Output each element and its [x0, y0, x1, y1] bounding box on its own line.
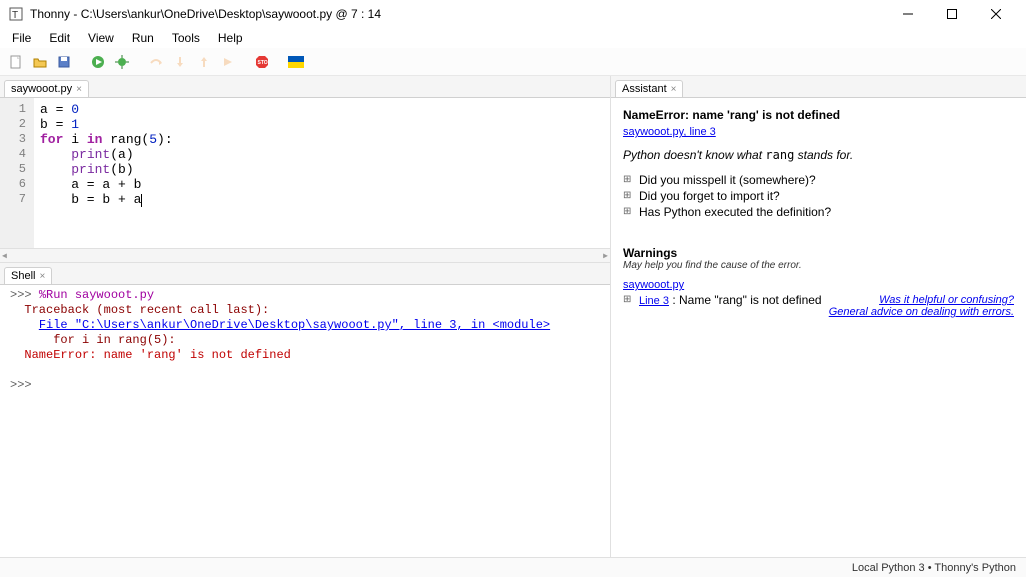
resume-icon[interactable] [218, 52, 238, 72]
editor-tab-label: saywooot.py [11, 83, 72, 95]
ukraine-flag-icon[interactable] [286, 52, 306, 72]
svg-text:T: T [12, 10, 18, 21]
menu-edit[interactable]: Edit [41, 29, 78, 47]
step-out-icon[interactable] [194, 52, 214, 72]
scroll-right-icon[interactable]: ▶ [603, 251, 608, 261]
menu-run[interactable]: Run [124, 29, 162, 47]
line-gutter: 1234567 [0, 98, 34, 262]
assistant-tab[interactable]: Assistant × [615, 80, 683, 97]
assistant-tabbar: Assistant × [611, 76, 1026, 98]
warnings-subheading: May help you find the cause of the error… [623, 260, 1014, 271]
code-area[interactable]: a = 0b = 1for i in rang(5): print(a) pri… [34, 98, 610, 262]
feedback-advice-link[interactable]: General advice on dealing with errors. [829, 306, 1014, 318]
error-description: Python doesn't know what rang stands for… [623, 148, 1014, 162]
warnings-heading: Warnings [623, 246, 1014, 260]
step-into-icon[interactable] [170, 52, 190, 72]
scroll-left-icon[interactable]: ◀ [2, 251, 7, 261]
stop-icon[interactable]: STOP [252, 52, 272, 72]
error-source-link[interactable]: saywooot.py, line 3 [623, 126, 716, 138]
minimize-button[interactable] [886, 0, 930, 28]
menu-tools[interactable]: Tools [164, 29, 208, 47]
assistant-tab-label: Assistant [622, 83, 667, 95]
svg-text:STOP: STOP [258, 60, 270, 66]
warning-line-link[interactable]: Line 3 [639, 295, 669, 307]
close-tab-icon[interactable]: × [76, 84, 82, 95]
run-icon[interactable] [88, 52, 108, 72]
window-title: Thonny - C:\Users\ankur\OneDrive\Desktop… [30, 7, 886, 21]
shell-tab[interactable]: Shell × [4, 267, 52, 284]
interpreter-label[interactable]: Local Python 3 • Thonny's Python [852, 562, 1016, 574]
assistant-panel: NameError: name 'rang' is not defined sa… [611, 98, 1026, 557]
menu-file[interactable]: File [4, 29, 39, 47]
maximize-button[interactable] [930, 0, 974, 28]
app-icon: T [8, 6, 24, 22]
debug-icon[interactable] [112, 52, 132, 72]
editor-h-scrollbar[interactable]: ◀ ▶ [0, 248, 610, 262]
step-over-icon[interactable] [146, 52, 166, 72]
close-button[interactable] [974, 0, 1018, 28]
editor-tabbar: saywooot.py × [0, 76, 610, 98]
toolbar: STOP [0, 48, 1026, 76]
titlebar: T Thonny - C:\Users\ankur\OneDrive\Deskt… [0, 0, 1026, 28]
code-editor[interactable]: 1234567 a = 0b = 1for i in rang(5): prin… [0, 98, 610, 263]
close-assistant-tab-icon[interactable]: × [671, 84, 677, 95]
shell-output[interactable]: >>> %Run saywooot.py Traceback (most rec… [0, 285, 610, 557]
shell-tab-label: Shell [11, 270, 35, 282]
suggestion-item[interactable]: Did you misspell it (somewhere)? [623, 172, 1014, 188]
statusbar: Local Python 3 • Thonny's Python [0, 557, 1026, 577]
window-controls [886, 0, 1018, 28]
open-file-icon[interactable] [30, 52, 50, 72]
menu-view[interactable]: View [80, 29, 122, 47]
shell-tabbar: Shell × [0, 263, 610, 285]
save-file-icon[interactable] [54, 52, 74, 72]
error-title: NameError: name 'rang' is not defined [623, 108, 1014, 122]
warnings-file-link[interactable]: saywooot.py [623, 279, 684, 291]
feedback-helpful-link[interactable]: Was it helpful or confusing? [829, 294, 1014, 306]
new-file-icon[interactable] [6, 52, 26, 72]
editor-tab[interactable]: saywooot.py × [4, 80, 89, 97]
feedback-links: Was it helpful or confusing? General adv… [829, 294, 1014, 318]
menubar: File Edit View Run Tools Help [0, 28, 1026, 48]
close-shell-tab-icon[interactable]: × [39, 271, 45, 282]
suggestion-list: Did you misspell it (somewhere)? Did you… [623, 172, 1014, 220]
suggestion-item[interactable]: Has Python executed the definition? [623, 204, 1014, 220]
menu-help[interactable]: Help [210, 29, 251, 47]
suggestion-item[interactable]: Did you forget to import it? [623, 188, 1014, 204]
